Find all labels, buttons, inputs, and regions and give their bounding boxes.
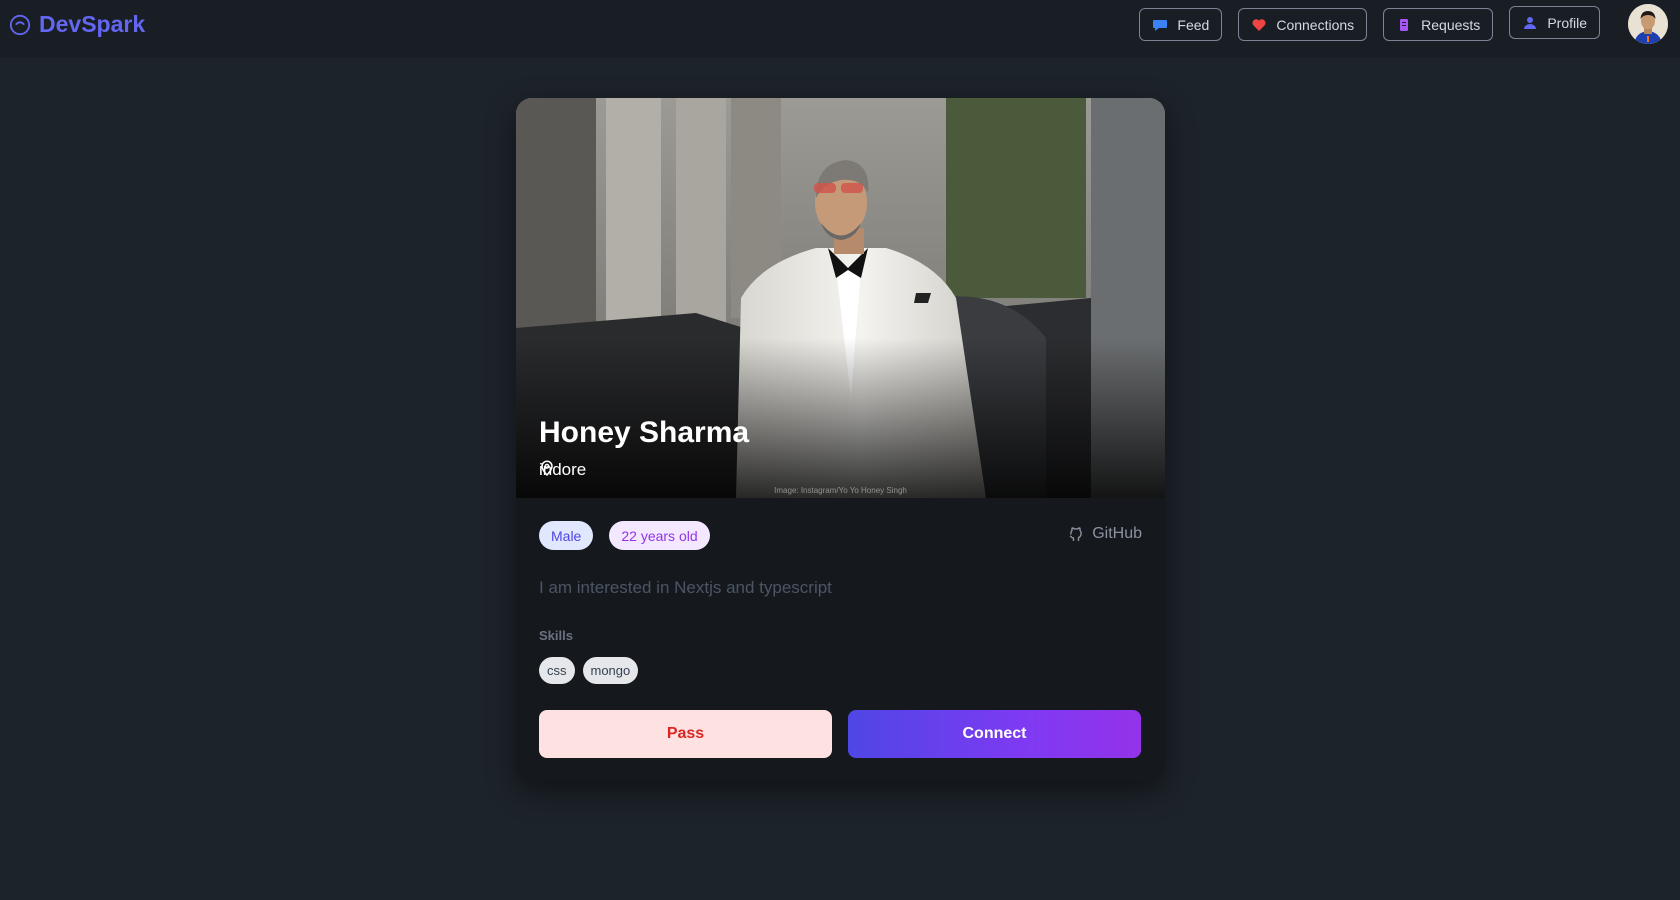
github-icon [1069, 527, 1083, 541]
brand-link[interactable]: DevSpark [9, 11, 145, 38]
age-badge: 22 years old [609, 521, 710, 550]
card-actions: Pass Connect [539, 710, 1141, 758]
nav-requests-label: Requests [1421, 16, 1481, 33]
nav-profile-label: Profile [1547, 14, 1587, 31]
skills-list: css mongo [539, 657, 639, 684]
document-icon [1400, 18, 1409, 31]
skill-tag: mongo [582, 657, 639, 684]
github-link[interactable]: GitHub [1067, 525, 1142, 543]
github-label: GitHub [1092, 525, 1142, 542]
skill-tag: css [539, 657, 575, 684]
profile-location: indore [539, 460, 586, 480]
profile-about: I am interested in Nextjs and typescript [539, 578, 832, 597]
heart-icon [1252, 18, 1266, 31]
nav-feed-label: Feed [1177, 16, 1210, 33]
circle-smile-icon [9, 14, 31, 35]
gender-badge: Male [539, 521, 594, 550]
photo-credit: Image: Instagram/Yo Yo Honey Singh [774, 486, 907, 495]
profile-name: Honey Sharma [539, 416, 750, 449]
avatar[interactable] [1628, 4, 1668, 44]
connect-button[interactable]: Connect [848, 710, 1141, 758]
pass-button[interactable]: Pass [539, 710, 832, 758]
user-icon [1524, 16, 1537, 29]
skills-heading: Skills [539, 628, 573, 643]
nav-profile-button[interactable]: Profile [1509, 6, 1600, 39]
nav-connections-label: Connections [1276, 16, 1355, 33]
nav-connections-button[interactable]: Connections [1238, 8, 1368, 41]
nav-links: Feed Connections Requests Profile [1139, 6, 1600, 41]
brand-name: DevSpark [39, 11, 146, 37]
profile-photo: Honey Sharma indore Image: Instagram/Yo … [516, 98, 1165, 498]
chat-bubble-icon [1153, 19, 1168, 31]
nav-requests-button[interactable]: Requests [1383, 8, 1494, 41]
profile-card: Honey Sharma indore Image: Instagram/Yo … [516, 98, 1165, 781]
nav-feed-button[interactable]: Feed [1139, 8, 1223, 41]
profile-badges: Male 22 years old [539, 521, 710, 550]
map-pin-icon [541, 460, 553, 476]
navbar: DevSpark Feed Connections Requests Profi… [0, 0, 1680, 56]
